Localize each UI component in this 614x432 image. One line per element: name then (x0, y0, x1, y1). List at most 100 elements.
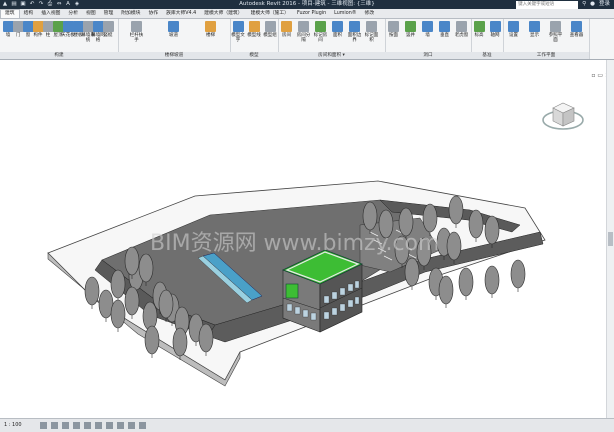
vertical-scrollbar[interactable] (606, 60, 614, 418)
tab-10[interactable]: 建模大师（施工） (247, 9, 293, 18)
ribbon-tabs: 建筑 结构 插入视图 分析 视图 管理 附加模块 协作 族库大师V4.4 建模大师（建筑） 建模大师… (0, 9, 614, 19)
ribbon-button-3-1[interactable]: 房间分隔 (296, 21, 312, 51)
detail-level-icon[interactable] (40, 422, 47, 429)
ribbon-tool-icon (508, 21, 519, 32)
ribbon-group-1: 栏杆扶手 坡道 楼梯 楼梯坡道 (118, 19, 231, 59)
ribbon-button-4-1[interactable]: 竖井 (403, 21, 419, 51)
ribbon-tool-icon (298, 21, 309, 32)
ribbon-tool-icon (232, 21, 244, 32)
ribbon-group-label[interactable]: 构建 (0, 52, 118, 59)
tab-1[interactable]: 结构 (20, 9, 38, 18)
ribbon-group-3: 房间 房间分隔 标记房间 面积 面积边界 标记面积房间和面积 ▾ (278, 19, 386, 59)
temp-hide-icon[interactable] (128, 422, 135, 429)
search-input[interactable] (516, 1, 579, 9)
tab-8[interactable]: 族库大师V4.4 (162, 9, 200, 18)
tab-5[interactable]: 管理 (100, 9, 118, 18)
ribbon-button-5-0[interactable]: 标高 (471, 21, 487, 51)
ribbon-button-1-0[interactable]: 栏杆扶手 (129, 21, 145, 51)
tree-12 (144, 325, 160, 358)
ribbon-button-4-3[interactable]: 垂直 (437, 21, 453, 51)
tab-0[interactable]: 建筑 (0, 9, 20, 18)
ribbon-group-label[interactable]: 房间和面积 ▾ (278, 52, 385, 59)
tab-4[interactable]: 视图 (82, 9, 100, 18)
ribbon-group-label[interactable]: 工作平面 (503, 52, 589, 59)
tab-6[interactable]: 附加模块 (117, 9, 144, 18)
visual-style-icon[interactable] (51, 422, 58, 429)
ribbon-button-4-4[interactable]: 老虎窗 (454, 21, 470, 51)
ribbon-tool-icon (168, 21, 179, 32)
ribbon-button-2-0[interactable]: 模型文字 (230, 21, 246, 51)
ribbon-button-2-2[interactable]: 模型组 (262, 21, 278, 51)
ribbon-button-6-2[interactable]: 参照平面 (548, 21, 564, 51)
tab-3[interactable]: 分析 (64, 9, 82, 18)
search-icon[interactable]: ⚲ (582, 0, 586, 9)
reveal-hidden-icon[interactable] (139, 422, 146, 429)
tab-12[interactable]: Lumion® (330, 9, 360, 18)
ribbon-group-6: 设置 显示 参照平面 查看器 工作平面 (503, 19, 590, 59)
ribbon-button-label: 模型文字 (231, 33, 245, 43)
ribbon-button-label: 标记面积 (364, 33, 379, 43)
tree-0 (84, 276, 100, 309)
ribbon-button-1-1[interactable]: 坡道 (166, 21, 182, 51)
tab-7[interactable]: 协作 (144, 9, 162, 18)
tab-13[interactable]: 修改 (361, 9, 379, 18)
ribbon-button-3-3[interactable]: 面积 (330, 21, 346, 51)
ribbon-button-3-5[interactable]: 标记面积 (364, 21, 380, 51)
tab-9[interactable]: 建模大师（建筑） (200, 9, 246, 18)
ribbon-button-4-2[interactable]: 墙 (420, 21, 436, 51)
ribbon-group-label[interactable]: 模型 (230, 52, 278, 59)
ribbon-button-label: 面积 (333, 33, 342, 38)
sign-in-link[interactable]: 登录 (599, 0, 610, 9)
ribbon-button-0-10[interactable]: 竖梃 (100, 21, 116, 51)
ribbon-button-4-0[interactable]: 按面 (386, 21, 402, 51)
ribbon-tool-icon (315, 21, 326, 32)
ribbon-button-3-0[interactable]: 房间 (279, 21, 295, 51)
ribbon-tool-icon (529, 21, 540, 32)
tab-2[interactable]: 插入视图 (37, 9, 64, 18)
ribbon-tool-icon (571, 21, 582, 32)
ribbon-button-6-1[interactable]: 显示 (527, 21, 543, 51)
ribbon-button-2-1[interactable]: 模型线 (246, 21, 262, 51)
ribbon-group-label[interactable]: 楼梯坡道 (118, 52, 230, 59)
ribbon-button-label: 墙 (425, 33, 430, 38)
lock-view-icon[interactable] (117, 422, 124, 429)
tree-31 (484, 265, 500, 298)
ribbon-button-label: 设置 (509, 33, 518, 38)
ribbon-button-label: 轴网 (490, 33, 500, 38)
ribbon-button-5-1[interactable]: 轴网 (487, 21, 503, 51)
ribbon-button-6-0[interactable]: 设置 (506, 21, 522, 51)
view-scale[interactable]: 1 : 100 (4, 419, 22, 432)
ribbon-button-label: 栏杆扶手 (129, 33, 144, 43)
ribbon-button-6-3[interactable]: 查看器 (569, 21, 585, 51)
ribbon-tool-icon (388, 21, 399, 32)
view-control-icons (40, 422, 146, 429)
ribbon-button-label: 参照平面 (548, 33, 563, 43)
ribbon-button-3-2[interactable]: 标记房间 (313, 21, 329, 51)
ribbon-group-label[interactable]: 洞口 (385, 52, 471, 59)
render-icon[interactable] (84, 422, 91, 429)
ribbon-panel: 墙门窗构件柱屋顶 天花板 楼板 幕墙系统 幕墙网格 竖梃 构建 栏杆扶手 坡道 楼梯 楼梯坡道 模型文… (0, 19, 614, 60)
shadows-icon[interactable] (73, 422, 80, 429)
tree-33 (438, 275, 454, 308)
view-control-bar: 1 : 100 (0, 418, 614, 432)
crop-region-icon[interactable] (106, 422, 113, 429)
scrollbar-thumb[interactable] (608, 232, 613, 246)
ribbon-button-label: 竖梃 (103, 33, 113, 38)
ribbon-button-label: 模型组 (263, 33, 277, 38)
sun-path-icon[interactable] (62, 422, 69, 429)
ribbon-button-label: 显示 (530, 33, 539, 38)
ribbon-button-3-4[interactable]: 面积边界 (347, 21, 363, 51)
tab-11[interactable]: Fuzor Plugin (293, 9, 330, 18)
ribbon-tool-icon (264, 21, 276, 32)
title-right-controls: ⚲ ● 登录 (516, 0, 610, 9)
tree-32 (510, 259, 526, 292)
roof-stair-tower (285, 283, 299, 299)
ribbon-group-5: 标高 轴网基准 (471, 19, 504, 59)
view-cube[interactable] (541, 98, 585, 132)
ribbon-tool-icon (349, 21, 360, 32)
crop-view-icon[interactable] (95, 422, 102, 429)
ribbon-group-label[interactable]: 基准 (471, 52, 503, 59)
3d-viewport[interactable]: ▫ ▭ ✕ BIM资源网 www.bimzy.com (0, 60, 614, 418)
ribbon-button-1-2[interactable]: 楼梯 (203, 21, 219, 51)
user-icon[interactable]: ● (590, 0, 595, 9)
